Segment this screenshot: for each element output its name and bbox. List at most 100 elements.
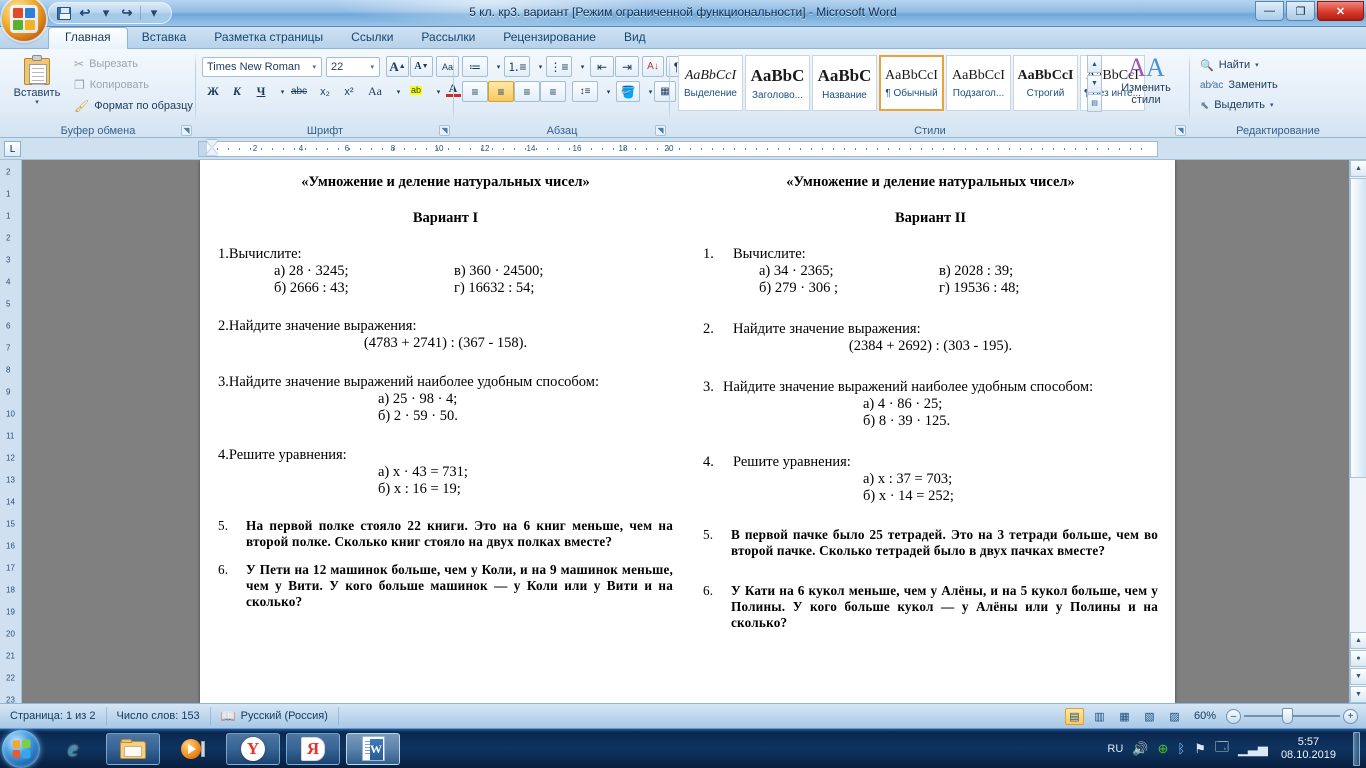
align-right-button[interactable]: ≡ bbox=[514, 81, 540, 102]
tab-insert[interactable]: Вставка bbox=[128, 27, 201, 49]
signal-icon[interactable]: ▁▃▅ bbox=[1238, 741, 1268, 757]
sort-button[interactable]: A↓ bbox=[642, 56, 664, 77]
print-layout-view-button[interactable]: ▤ bbox=[1064, 707, 1084, 725]
select-dropdown-icon[interactable]: ▾ bbox=[1270, 101, 1274, 109]
taskbar-internet-explorer[interactable]: e bbox=[46, 733, 100, 765]
justify-button[interactable]: ≡ bbox=[540, 81, 566, 102]
styles-dialog-launcher[interactable]: ◥ bbox=[1175, 125, 1186, 136]
underline-button[interactable]: Ч bbox=[250, 81, 272, 102]
proofing-language[interactable]: 📖 Русский (Россия) bbox=[211, 707, 339, 725]
cut-button[interactable]: ✂ Вырезать bbox=[74, 57, 138, 71]
decrease-indent-button[interactable]: ⇤ bbox=[590, 56, 614, 77]
select-browse-object-icon[interactable]: ● bbox=[1350, 650, 1366, 667]
horizontal-ruler[interactable]: 2468101214161820 bbox=[198, 141, 1158, 157]
italic-button[interactable]: К bbox=[226, 81, 248, 102]
tab-page-layout[interactable]: Разметка страницы bbox=[200, 27, 337, 49]
taskbar-microsoft-word[interactable]: W bbox=[346, 732, 400, 765]
subscript-button[interactable]: x₂ bbox=[314, 81, 336, 102]
font-dialog-launcher[interactable]: ◥ bbox=[439, 125, 450, 136]
format-painter-button[interactable]: 🖌 Формат по образцу bbox=[74, 99, 193, 113]
language-indicator[interactable]: RU bbox=[1107, 743, 1123, 755]
bullets-button[interactable]: ≔ bbox=[462, 56, 488, 77]
full-screen-reading-view-button[interactable]: ▥ bbox=[1090, 708, 1109, 725]
styles-scroll-down-icon[interactable]: ▼ bbox=[1087, 74, 1102, 93]
scroll-down-icon[interactable]: ▼ bbox=[1350, 686, 1366, 703]
select-button[interactable]: ⬉ Выделить ▾ bbox=[1200, 95, 1366, 115]
styles-more-icon[interactable]: ▤ bbox=[1087, 94, 1102, 112]
copy-button[interactable]: ❐ Копировать bbox=[74, 78, 149, 92]
style-emphasis[interactable]: AaBbCcI Выделение bbox=[678, 55, 743, 111]
window-controls[interactable]: — ❐ ✕ bbox=[1255, 1, 1364, 21]
superscript-button[interactable]: x² bbox=[338, 81, 360, 102]
scroll-up-icon[interactable]: ▲ bbox=[1350, 160, 1366, 177]
clock[interactable]: 5:57 08.10.2019 bbox=[1277, 736, 1340, 762]
tab-references[interactable]: Ссылки bbox=[337, 27, 407, 49]
volume-icon[interactable]: 🔊 bbox=[1132, 741, 1148, 757]
previous-page-icon[interactable]: ▲ bbox=[1350, 632, 1366, 649]
hanging-indent-marker[interactable] bbox=[206, 148, 218, 155]
paste-button[interactable]: Вставить ▾ bbox=[8, 55, 66, 117]
shrink-font-button[interactable]: A ▼ bbox=[410, 56, 433, 77]
find-button[interactable]: 🔍 Найти ▾ bbox=[1200, 55, 1366, 75]
tab-review[interactable]: Рецензирование bbox=[489, 27, 610, 49]
align-left-button[interactable]: ≡ bbox=[462, 81, 488, 102]
change-case-button[interactable]: Aa bbox=[362, 81, 388, 102]
bold-button[interactable]: Ж bbox=[202, 81, 224, 102]
scrollbar-thumb[interactable] bbox=[1350, 178, 1366, 478]
page-indicator[interactable]: Страница: 1 из 2 bbox=[0, 707, 107, 725]
web-layout-view-button[interactable]: ▦ bbox=[1115, 708, 1134, 725]
style-normal[interactable]: AaBbCcI ¶ Обычный bbox=[879, 55, 944, 111]
taskbar-yandex-browser[interactable]: Y bbox=[226, 732, 280, 765]
vertical-ruler[interactable]: 2 1 1 2 3 4 5 6 7 8 9 10 11 12 13 14 15 16 17 18 19 20 21 22 23 bbox=[0, 160, 22, 703]
clipboard-dialog-launcher[interactable]: ◥ bbox=[181, 125, 192, 136]
line-spacing-button[interactable]: ↕≡ bbox=[572, 81, 598, 102]
tab-mailings[interactable]: Рассылки bbox=[407, 27, 489, 49]
document-page[interactable]: «Умножение и деление натуральных чисел» … bbox=[200, 160, 1175, 703]
style-title[interactable]: AaBbC Название bbox=[812, 55, 877, 111]
word-count[interactable]: Число слов: 153 bbox=[107, 707, 211, 725]
numbering-button[interactable]: ⒈≡ bbox=[504, 56, 530, 77]
font-size-combobox[interactable]: 22 ▾ bbox=[326, 57, 380, 77]
zoom-track[interactable] bbox=[1244, 708, 1340, 724]
change-styles-button[interactable]: AA Изменить стили bbox=[1110, 55, 1182, 115]
text-highlight-button[interactable]: ab bbox=[404, 80, 428, 101]
paragraph-dialog-launcher[interactable]: ◥ bbox=[655, 125, 666, 136]
chevron-down-icon[interactable]: ▾ bbox=[309, 63, 319, 71]
show-desktop-button[interactable] bbox=[1353, 731, 1360, 766]
align-center-button[interactable]: ≡ bbox=[488, 81, 514, 102]
style-strong[interactable]: AaBbCcI Строгий bbox=[1013, 55, 1078, 111]
multilevel-list-button[interactable]: ⋮≡ bbox=[546, 56, 572, 77]
zoom-in-button[interactable]: + bbox=[1343, 708, 1358, 724]
outline-view-button[interactable]: ▧ bbox=[1140, 708, 1159, 725]
update-icon[interactable]: ⊕ bbox=[1157, 741, 1168, 757]
chevron-down-icon[interactable]: ▾ bbox=[367, 63, 377, 71]
zoom-slider[interactable]: – + bbox=[1226, 708, 1358, 724]
tab-view[interactable]: Вид bbox=[610, 27, 660, 49]
taskbar-windows-media-player[interactable] bbox=[166, 733, 220, 765]
styles-scroll-up-icon[interactable]: ▲ bbox=[1087, 55, 1102, 73]
increase-indent-button[interactable]: ⇥ bbox=[615, 56, 639, 77]
taskbar-file-explorer[interactable] bbox=[106, 732, 160, 765]
first-line-indent-marker[interactable] bbox=[206, 140, 218, 147]
style-heading1[interactable]: AaBbC Заголово... bbox=[745, 55, 810, 111]
paste-dropdown-icon[interactable]: ▾ bbox=[35, 99, 39, 106]
start-button[interactable] bbox=[2, 729, 40, 768]
find-dropdown-icon[interactable]: ▾ bbox=[1255, 61, 1259, 69]
strikethrough-button[interactable]: abc bbox=[286, 81, 312, 102]
network-flag-icon[interactable]: ⚑ bbox=[1194, 741, 1206, 757]
font-name-combobox[interactable]: Times New Roman ▾ bbox=[202, 57, 322, 77]
tab-home[interactable]: Главная bbox=[48, 27, 128, 49]
bluetooth-icon[interactable]: ᛒ bbox=[1177, 741, 1185, 756]
styles-gallery-scrollbar[interactable]: ▲ ▼ ▤ bbox=[1087, 55, 1102, 112]
shading-button[interactable]: 🪣 bbox=[616, 81, 640, 102]
minimize-button[interactable]: — bbox=[1255, 1, 1284, 21]
grow-font-button[interactable]: A ▲ bbox=[386, 56, 409, 77]
replace-button[interactable]: ab⁄ac Заменить bbox=[1200, 75, 1366, 95]
maximize-button[interactable]: ❐ bbox=[1286, 1, 1315, 21]
zoom-thumb[interactable] bbox=[1282, 708, 1293, 724]
action-center-icon[interactable]: 🗔 bbox=[1215, 738, 1229, 760]
close-button[interactable]: ✕ bbox=[1317, 1, 1364, 21]
tab-stop-selector[interactable]: L bbox=[4, 141, 21, 157]
taskbar-yandex[interactable]: Я bbox=[286, 732, 340, 765]
zoom-level-label[interactable]: 60% bbox=[1194, 710, 1216, 722]
